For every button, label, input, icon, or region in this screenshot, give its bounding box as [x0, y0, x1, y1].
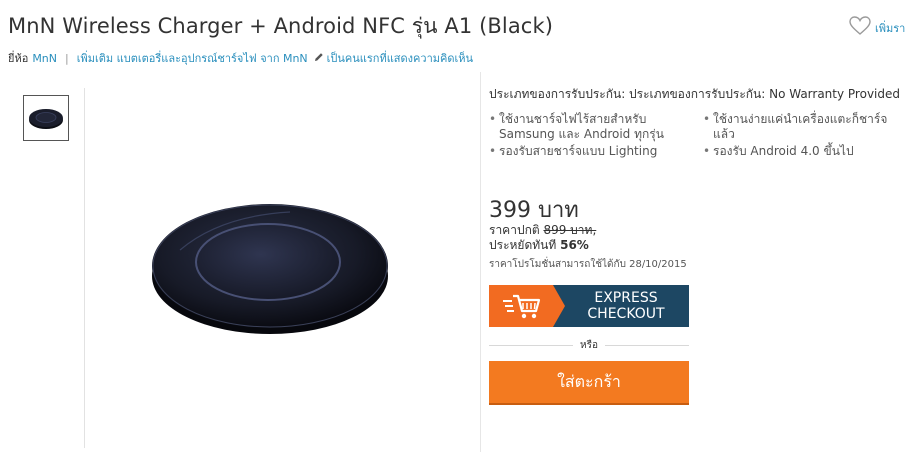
- product-thumbnail[interactable]: [23, 95, 69, 141]
- heart-outline-icon: [849, 16, 871, 40]
- feature-item: ใช้งานง่ายแค่นำเครื่องแตะก็ชาร์จแล้ว: [703, 112, 903, 142]
- pencil-icon: [314, 52, 324, 65]
- wishlist-label: เพิ่มรา: [875, 22, 906, 35]
- product-meta-row: ยี่ห้อ MnN | เพิ่มเติม แบตเตอรี่และอุปกร…: [8, 49, 473, 67]
- brand-label: ยี่ห้อ: [8, 52, 29, 65]
- more-from-brand-link[interactable]: เพิ่มเติม แบตเตอรี่และอุปกรณ์ชาร์จไฟ จาก…: [77, 49, 308, 67]
- promo-note: ราคาโปรโมชั่นสามารถใช้ได้กับ 28/10/2015: [489, 259, 687, 270]
- charger-thumbnail-image: [29, 109, 63, 129]
- shopping-cart-speed-icon: [489, 285, 565, 327]
- feature-item: รองรับสายชาร์จแบบ Lighting: [489, 144, 689, 159]
- or-line-right: [605, 345, 689, 346]
- regular-price-label: ราคาปกติ: [489, 223, 540, 237]
- express-line-1: EXPRESS: [594, 290, 658, 306]
- brand-link[interactable]: MnN: [32, 52, 57, 65]
- product-main-image[interactable]: [150, 180, 390, 340]
- product-title: MnN Wireless Charger + Android NFC รุ่น …: [8, 14, 553, 38]
- express-checkout-button[interactable]: EXPRESS CHECKOUT: [489, 285, 689, 327]
- regular-price: 899 บาท,: [543, 223, 597, 237]
- saving-percent: 56%: [560, 238, 589, 252]
- meta-separator: |: [65, 51, 69, 65]
- gallery-divider: [84, 88, 85, 448]
- or-divider: หรือ: [489, 338, 689, 352]
- info-divider: [480, 72, 481, 452]
- saving-label: ประหยัดทันที: [489, 238, 557, 252]
- saving-row: ประหยัดทันที 56%: [489, 236, 589, 255]
- feature-item: รองรับ Android 4.0 ขึ้นไป: [703, 144, 903, 159]
- feature-item: ใช้งานชาร์จไฟไร้สายสำหรับ Samsung และ An…: [489, 112, 689, 142]
- wireless-charger-image: [152, 204, 388, 334]
- write-review-link[interactable]: เป็นคนแรกที่แสดงความคิดเห็น: [327, 49, 473, 67]
- add-to-wishlist-button[interactable]: เพิ่มรา: [849, 16, 905, 40]
- express-line-2: CHECKOUT: [587, 306, 665, 322]
- express-checkout-label: EXPRESS CHECKOUT: [553, 285, 689, 327]
- warranty-info: ประเภทของการรับประกัน: ประเภทของการรับปร…: [489, 87, 900, 101]
- add-to-cart-button[interactable]: ใส่ตะกร้า: [489, 361, 689, 403]
